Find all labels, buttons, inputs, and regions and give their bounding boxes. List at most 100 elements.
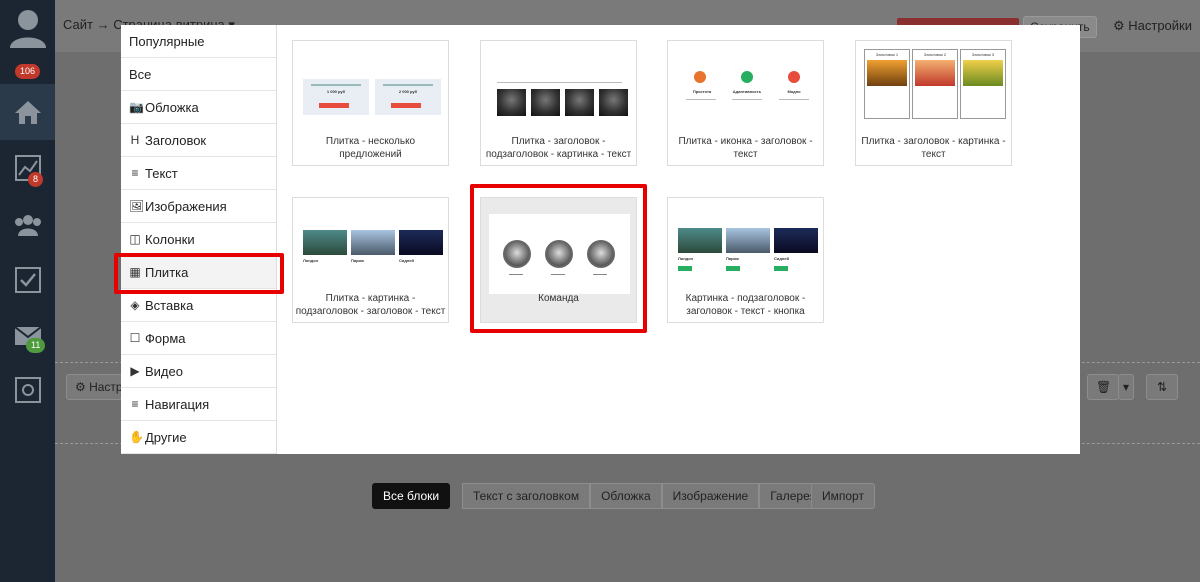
city-label: Париж: [351, 258, 364, 263]
tile-image: [963, 60, 1003, 86]
city-label: Париж: [726, 256, 739, 261]
sort-icon[interactable]: ⇅: [1146, 374, 1178, 400]
block-thumbnail: Лондон Париж Сидней: [301, 206, 443, 276]
filter-image[interactable]: Изображение: [661, 483, 760, 509]
category-item[interactable]: ☐ Форма: [121, 322, 276, 355]
settings-link[interactable]: ⚙ Настройки: [1113, 18, 1192, 34]
block-card[interactable]: Лондон Париж Сидней Картинка - подзаголо…: [667, 197, 824, 323]
category-label: Изображения: [145, 198, 227, 214]
category-label: Колонки: [145, 231, 195, 247]
category-label: Текст: [145, 165, 178, 181]
category-item[interactable]: Популярные: [121, 25, 276, 58]
price-value: 2 000 руб: [398, 89, 418, 94]
block-card-label: Плитка - заголовок - картинка - текст: [861, 136, 1006, 160]
tile-title: Заголовок 1: [875, 52, 899, 57]
block-settings-label: Настр: [89, 380, 123, 394]
block-card[interactable]: Плитка - заголовок - подзаголовок - карт…: [480, 40, 637, 166]
settings-label: Настройки: [1128, 18, 1192, 33]
category-icon: ▶: [130, 364, 140, 378]
category-item[interactable]: 📷 Обложка: [121, 91, 276, 124]
highlight-card: [470, 184, 647, 333]
tile-title: Заголовок 2: [923, 52, 947, 57]
icon-col-title: Простота: [692, 89, 712, 94]
category-icon: ≡: [131, 166, 139, 180]
city-label: Сидней: [399, 258, 414, 263]
block-card-label: Плитка - несколько предложений: [325, 136, 416, 160]
filter-group: Текст с заголовком Обложка Изображение Г…: [462, 483, 828, 509]
block-card[interactable]: 1 000 руб 2 000 руб Плитка - несколько п…: [292, 40, 449, 166]
category-item[interactable]: ▶ Видео: [121, 355, 276, 388]
block-thumbnail: Лондон Париж Сидней: [676, 206, 818, 276]
tile-image: [915, 60, 955, 86]
category-item[interactable]: H Заголовок: [121, 124, 276, 157]
import-group: Импорт: [811, 483, 875, 509]
filter-text-heading[interactable]: Текст с заголовком: [462, 483, 591, 509]
block-thumbnail: Заголовок 1 Заголовок 2 Заголовок 3: [864, 49, 1006, 119]
category-label: Обложка: [145, 99, 199, 115]
icon-col-title: Адаптивность: [732, 89, 762, 94]
category-icon: ✋: [129, 430, 144, 444]
app-sidebar: 106 8 11: [0, 0, 55, 582]
block-thumbnail: 1 000 руб 2 000 руб: [301, 49, 442, 119]
block-card[interactable]: Лондон Париж Сидней Плитка - картинка - …: [292, 197, 449, 323]
mail-icon[interactable]: [0, 308, 55, 364]
category-item[interactable]: Все: [121, 58, 276, 91]
icon-dot: [788, 71, 800, 83]
category-label: Вставка: [145, 297, 194, 313]
city-label: Сидней: [774, 256, 789, 261]
block-card[interactable]: Простота Адаптивность Модно Плитка - ико…: [667, 40, 824, 166]
block-thumbnail: [489, 49, 630, 119]
category-list: Популярные Все 📷 Обложка H Заголовок ≡ Текст 🖼 Из…: [121, 25, 277, 454]
block-thumbnail: Простота Адаптивность Модно: [676, 49, 817, 119]
category-icon: ◫: [129, 232, 141, 246]
tile-image: [867, 60, 907, 86]
safe-settings-icon[interactable]: [0, 362, 55, 418]
icon-dot: [694, 71, 706, 83]
filter-cover[interactable]: Обложка: [590, 483, 662, 509]
category-icon: 📷: [129, 100, 144, 114]
city-label: Лондон: [678, 256, 694, 261]
category-item[interactable]: ✋ Другие: [121, 421, 276, 454]
icon-col-title: Модно: [787, 89, 801, 94]
price-value: 1 000 руб: [326, 89, 346, 94]
messages-badge: 11: [26, 338, 46, 353]
category-icon: 🖼: [129, 199, 145, 213]
category-label: Заголовок: [145, 132, 207, 148]
tile: Заголовок 2: [912, 49, 958, 119]
block-card[interactable]: Заголовок 1 Заголовок 2 Заголовок 3 Плит…: [855, 40, 1012, 166]
category-icon: H: [130, 133, 140, 147]
highlight-category: [114, 253, 284, 294]
category-label: Навигация: [145, 396, 210, 412]
block-card-label: Картинка - подзаголовок - заголовок - те…: [685, 293, 806, 317]
filter-all-blocks[interactable]: Все блоки: [372, 483, 451, 509]
category-icon: ☐: [129, 331, 141, 345]
category-item[interactable]: 🖼 Изображения: [121, 190, 276, 223]
home-icon[interactable]: [0, 84, 55, 140]
category-item[interactable]: ≡ Текст: [121, 157, 276, 190]
stats-icon[interactable]: [0, 140, 55, 196]
tile: Заголовок 3: [960, 49, 1006, 119]
category-item[interactable]: ◫ Колонки: [121, 223, 276, 256]
tasks-checkbox-icon[interactable]: [0, 252, 55, 308]
block-card-label: Плитка - иконка - заголовок - текст: [678, 136, 813, 160]
category-label: Другие: [145, 429, 187, 445]
price-tile: 2 000 руб: [375, 79, 441, 115]
block-card-label: Плитка - картинка - подзаголовок - загол…: [295, 293, 446, 317]
tile-title: Заголовок 3: [971, 52, 995, 57]
chevron-down-icon[interactable]: ▾: [1118, 374, 1134, 400]
price-tile: 1 000 руб: [303, 79, 369, 115]
block-card-label: Плитка - заголовок - подзаголовок - карт…: [485, 136, 632, 160]
category-label: Видео: [145, 363, 183, 379]
category-icon: ◈: [130, 298, 140, 312]
category-label: Все: [129, 66, 152, 82]
users-icon[interactable]: [0, 196, 55, 252]
category-icon: ≡: [131, 397, 139, 411]
user-avatar-icon[interactable]: [8, 6, 48, 48]
city-label: Лондон: [303, 258, 319, 263]
trash-icon[interactable]: 🗑: [1087, 374, 1119, 400]
category-label: Форма: [145, 330, 186, 346]
icon-dot: [741, 71, 753, 83]
import-button[interactable]: Импорт: [811, 483, 875, 509]
category-item[interactable]: ≡ Навигация: [121, 388, 276, 421]
notifications-badge: 106: [15, 64, 41, 79]
